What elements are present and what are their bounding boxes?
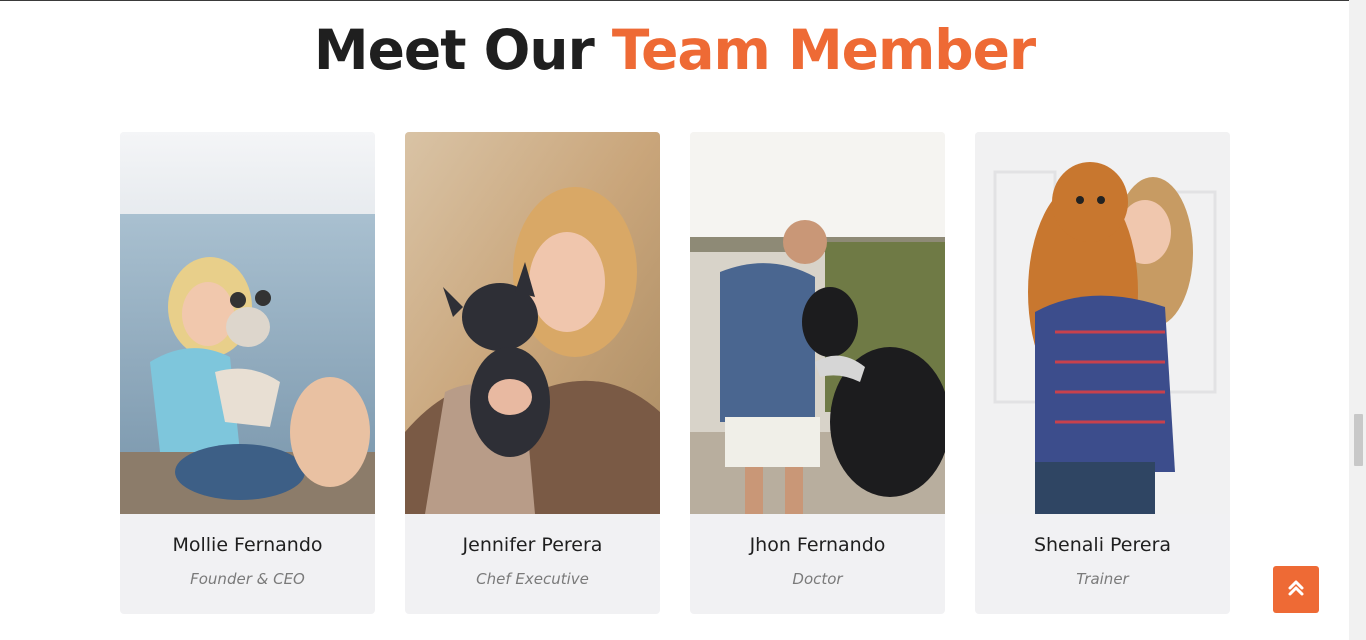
team-name: Shenali Perera [1033,534,1172,556]
title-part-accent: Team Member [611,18,1036,82]
top-border [0,0,1349,1]
team-name: Jennifer Perera [462,534,603,556]
double-chevron-up-icon [1287,579,1305,600]
section-title: Meet Our Team Member [0,14,1349,86]
team-photo [120,132,375,514]
title-part-dark: Meet Our [313,18,595,82]
team-photo [975,132,1230,514]
team-name: Mollie Fernando [172,534,323,556]
back-to-top-button[interactable] [1273,566,1319,613]
team-role: Chef Executive [476,570,589,588]
team-role: Trainer [1076,570,1129,588]
vertical-scrollbar[interactable] [1349,0,1366,640]
scrollbar-thumb[interactable] [1354,414,1363,466]
team-card-jennifer[interactable]: Jennifer Perera Chef Executive [405,132,660,614]
team-card-jhon[interactable]: Jhon Fernando Doctor [690,132,945,614]
team-photo [405,132,660,514]
team-role: Doctor [792,570,843,588]
team-card-shenali[interactable]: Shenali Perera Trainer [975,132,1230,614]
team-name: Jhon Fernando [749,534,886,556]
team-card-mollie[interactable]: Mollie Fernando Founder & CEO [120,132,375,614]
team-photo [690,132,945,514]
team-role: Founder & CEO [190,570,305,588]
